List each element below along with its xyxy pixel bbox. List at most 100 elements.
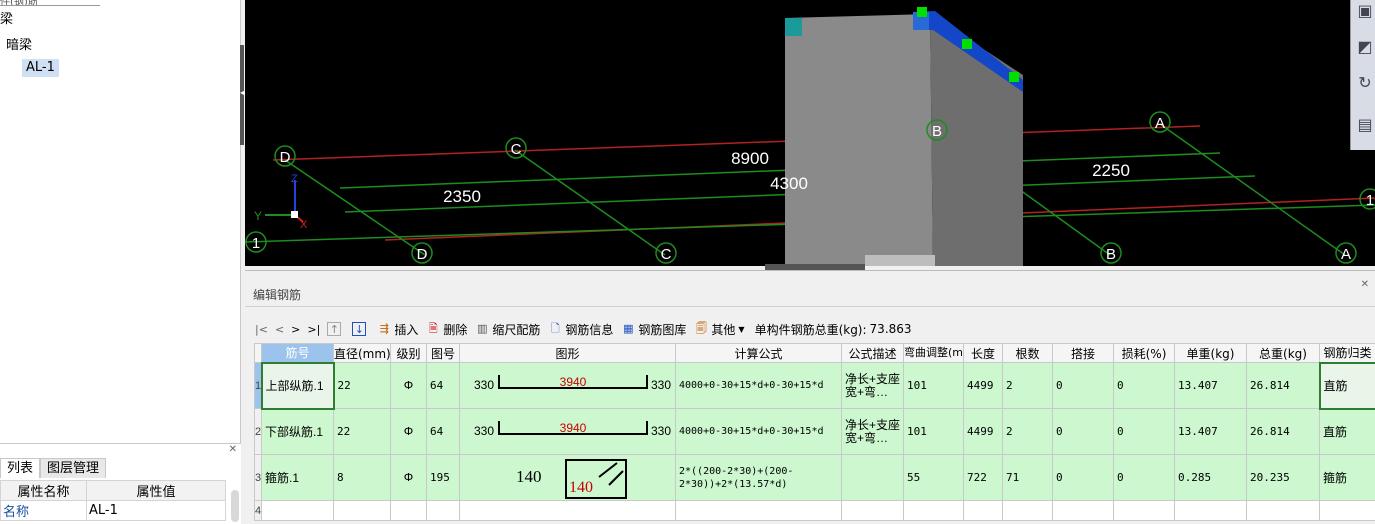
cell-shape[interactable]: 330 3940 330: [459, 362, 676, 409]
empty-cell[interactable]: [1113, 500, 1175, 521]
col-header[interactable]: 计算公式: [675, 343, 842, 363]
cell-count[interactable]: 2: [1002, 362, 1053, 409]
panel-splitter[interactable]: ◀: [240, 45, 246, 145]
empty-cell[interactable]: [426, 500, 460, 521]
grip-point[interactable]: [962, 39, 972, 49]
cell-shape[interactable]: 140 140: [459, 454, 676, 501]
cell-grade[interactable]: Ф: [390, 454, 427, 501]
empty-cell[interactable]: [1052, 500, 1114, 521]
cell-rebar-class[interactable]: 直筋: [1319, 408, 1375, 455]
cell-bend-adjust[interactable]: 101: [903, 362, 964, 409]
table-row-empty[interactable]: 4: [254, 500, 1375, 521]
rotate-icon[interactable]: ↻: [1354, 72, 1375, 94]
col-header[interactable]: 钢筋归类: [1319, 343, 1375, 363]
cell-figure-no[interactable]: 64: [426, 362, 460, 409]
cell-loss[interactable]: 0: [1113, 408, 1175, 455]
cell-total-weight[interactable]: 26.814: [1246, 362, 1320, 409]
tree-node-hidden-beam[interactable]: 暗梁: [6, 37, 32, 55]
delete-button[interactable]: 🗎 删除: [426, 319, 467, 339]
cell-length[interactable]: 722: [963, 454, 1003, 501]
grip-point[interactable]: [1009, 72, 1019, 82]
empty-cell[interactable]: [333, 500, 391, 521]
cell-formula-desc[interactable]: 净长+支座宽+弯…: [841, 408, 904, 455]
cell-length[interactable]: 4499: [963, 362, 1003, 409]
corner-marker[interactable]: [785, 18, 802, 36]
col-header[interactable]: 总重(kg): [1246, 343, 1320, 363]
tab-list[interactable]: 列表: [0, 458, 41, 478]
view-3d-icon[interactable]: ◩: [1354, 36, 1375, 58]
cell-formula[interactable]: 2*((200-2*30)+(200-2*30))+2*(13.57*d): [675, 454, 842, 501]
tree-search-input[interactable]: 件(钢)筋: [0, 0, 100, 6]
insert-button[interactable]: ⇶ 插入: [377, 319, 419, 339]
empty-cell[interactable]: [1246, 500, 1320, 521]
empty-cell[interactable]: [1002, 500, 1053, 521]
move-up-button[interactable]: ↑: [327, 319, 344, 339]
col-header[interactable]: 图号: [426, 343, 460, 363]
cell-rebar-name[interactable]: 下部纵筋.1: [261, 408, 334, 455]
empty-cell[interactable]: [963, 500, 1003, 521]
last-record-button[interactable]: >|: [307, 323, 320, 336]
3d-viewport[interactable]: D C B A D C B A 1 1 8900 4300 2350 2250 …: [245, 0, 1375, 266]
table-row[interactable]: 2 下部纵筋.1 22 Ф 64 330 3940 330 4000+0-30+…: [254, 408, 1375, 455]
cell-diameter[interactable]: 22: [333, 408, 391, 455]
cell-bend-adjust[interactable]: 55: [903, 454, 964, 501]
cell-total-weight[interactable]: 20.235: [1246, 454, 1320, 501]
cell-rebar-class[interactable]: 直筋: [1318, 361, 1375, 410]
cell-loss[interactable]: 0: [1113, 362, 1175, 409]
cell-lap[interactable]: 0: [1052, 454, 1114, 501]
grip-point[interactable]: [917, 7, 927, 17]
col-header[interactable]: 根数: [1002, 343, 1053, 363]
empty-cell[interactable]: [1174, 500, 1247, 521]
col-header[interactable]: 直径(mm): [333, 343, 391, 363]
cell-diameter[interactable]: 8: [333, 454, 391, 501]
cell-unit-weight[interactable]: 13.407: [1174, 408, 1247, 455]
row-index[interactable]: 1: [254, 362, 262, 409]
cell-figure-no[interactable]: 195: [426, 454, 460, 501]
cell-rebar-name[interactable]: 上部纵筋.1: [260, 361, 335, 410]
prev-record-button[interactable]: <: [275, 323, 284, 336]
prop-row[interactable]: 名称 AL-1: [0, 500, 226, 521]
cell-figure-no[interactable]: 64: [426, 408, 460, 455]
empty-cell[interactable]: [903, 500, 964, 521]
col-header[interactable]: 弯曲调整(mm): [903, 343, 964, 363]
col-header[interactable]: 搭接: [1052, 343, 1114, 363]
prop-value[interactable]: AL-1: [86, 500, 226, 521]
cell-bend-adjust[interactable]: 101: [903, 408, 964, 455]
next-record-button[interactable]: >: [291, 323, 300, 336]
row-index[interactable]: 2: [254, 408, 262, 455]
cell-formula[interactable]: 4000+0-30+15*d+0-30+15*d: [675, 362, 842, 409]
layout-icon[interactable]: ▤: [1354, 114, 1375, 136]
collapse-arrow-icon[interactable]: ◀: [240, 85, 246, 101]
empty-cell[interactable]: [390, 500, 427, 521]
cell-grade[interactable]: Ф: [390, 408, 427, 455]
cell-loss[interactable]: 0: [1113, 454, 1175, 501]
cell-count[interactable]: 71: [1002, 454, 1053, 501]
col-header[interactable]: 损耗(%): [1113, 343, 1175, 363]
cell-unit-weight[interactable]: 0.285: [1174, 454, 1247, 501]
other-dropdown[interactable]: 🗐 其他 ▼: [694, 319, 745, 339]
tab-layer-manager[interactable]: 图层管理: [40, 458, 107, 478]
col-header[interactable]: 图形: [459, 343, 676, 363]
close-icon[interactable]: ✕: [1361, 279, 1369, 290]
cell-formula[interactable]: 4000+0-30+15*d+0-30+15*d: [675, 408, 842, 455]
empty-cell[interactable]: [459, 500, 676, 521]
empty-cell[interactable]: [1319, 500, 1375, 521]
wall-front-face[interactable]: [785, 14, 933, 266]
empty-cell[interactable]: [261, 500, 334, 521]
col-header[interactable]: 长度: [963, 343, 1003, 363]
close-icon[interactable]: ✕: [229, 444, 237, 455]
row-index[interactable]: 3: [254, 454, 262, 501]
cell-diameter[interactable]: 22: [333, 362, 391, 409]
scale-rebar-button[interactable]: ▥ 缩尺配筋: [475, 319, 540, 339]
cell-formula-desc[interactable]: 净长+支座宽+弯…: [841, 362, 904, 409]
cell-shape[interactable]: 330 3940 330: [459, 408, 676, 455]
cell-lap[interactable]: 0: [1052, 408, 1114, 455]
cell-total-weight[interactable]: 26.814: [1246, 408, 1320, 455]
cell-lap[interactable]: 0: [1052, 362, 1114, 409]
cell-count[interactable]: 2: [1002, 408, 1053, 455]
col-header[interactable]: 级别: [390, 343, 427, 363]
col-header[interactable]: 单重(kg): [1174, 343, 1247, 363]
cell-unit-weight[interactable]: 13.407: [1174, 362, 1247, 409]
rebar-library-button[interactable]: ▦ 钢筋图库: [621, 319, 686, 339]
empty-cell[interactable]: [841, 500, 904, 521]
